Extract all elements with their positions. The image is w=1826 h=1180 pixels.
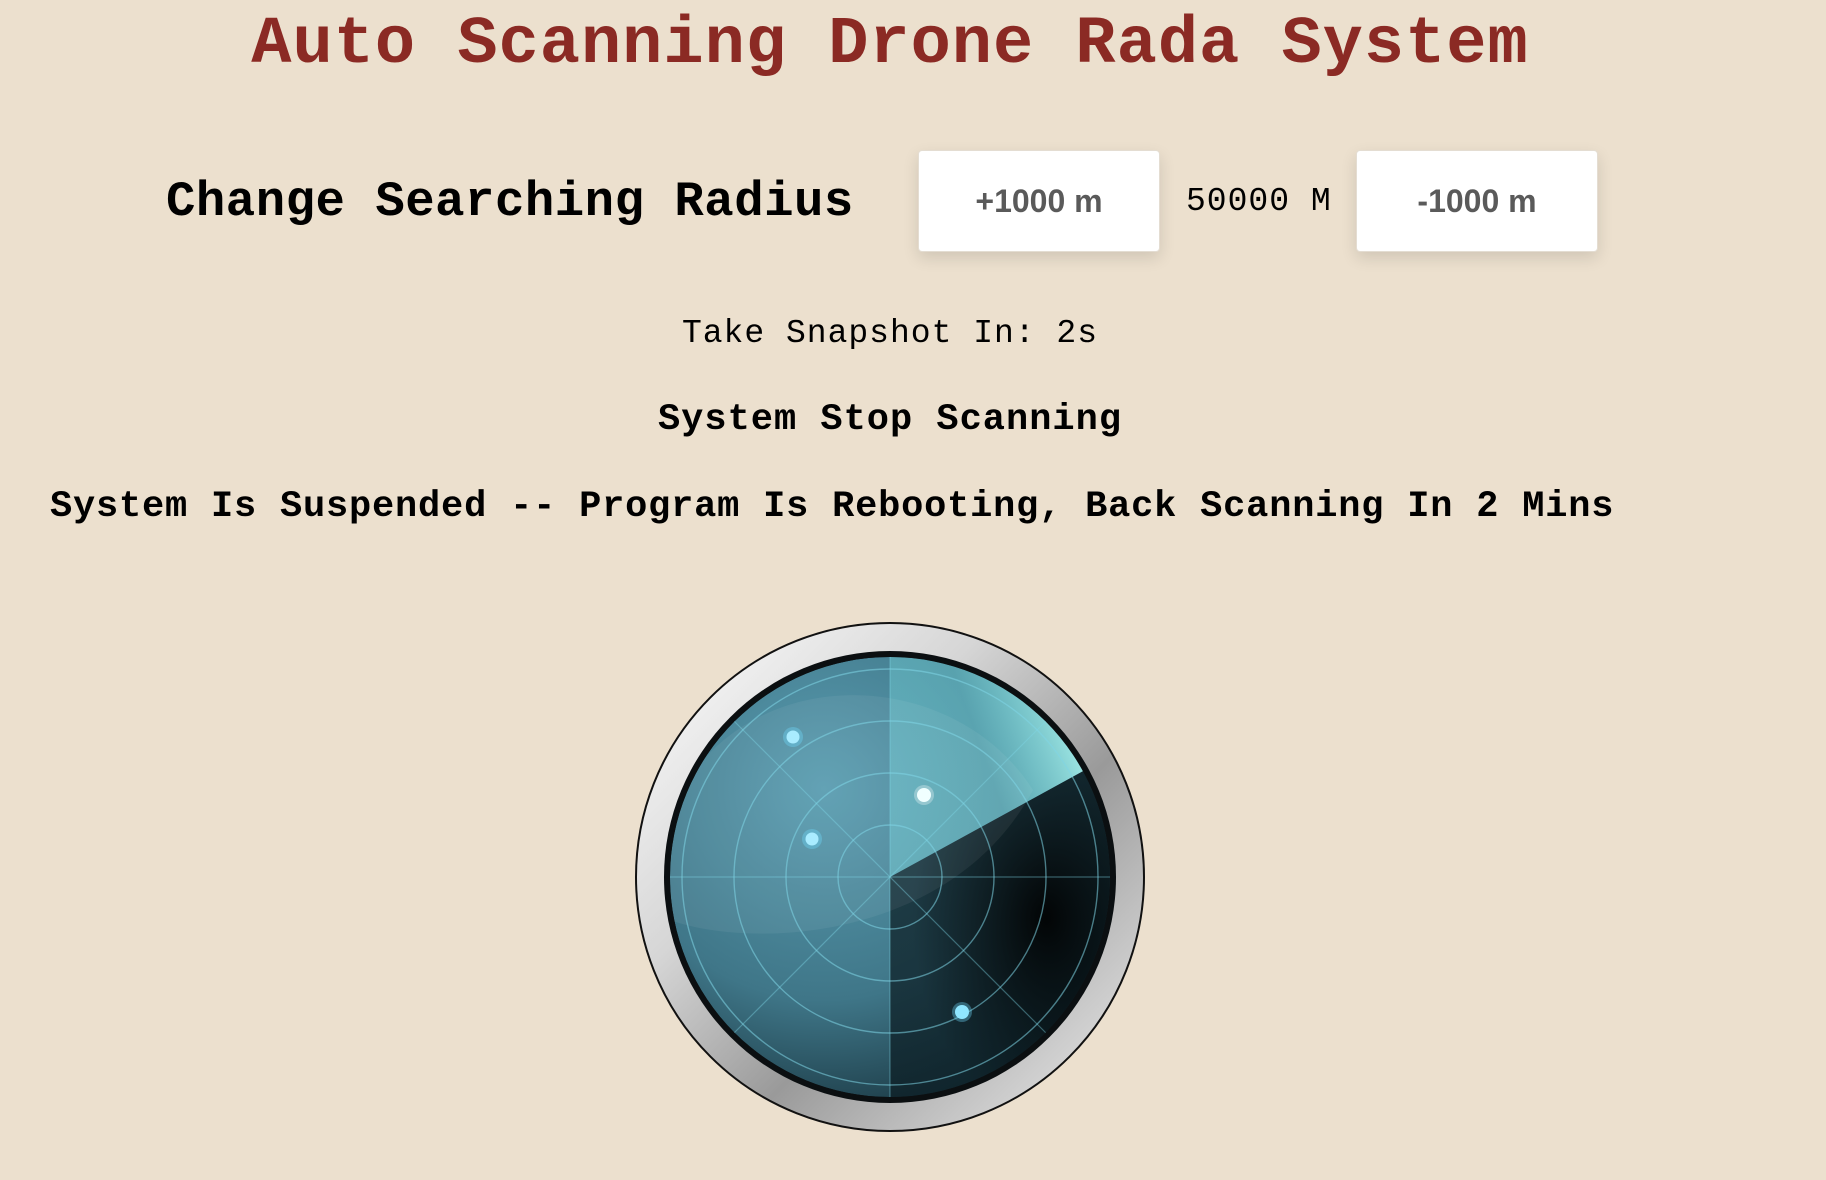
decrease-radius-button[interactable]: -1000 m (1356, 150, 1598, 252)
radar-blip (917, 788, 931, 802)
radius-control: Change Searching Radius +1000 m 50000 M … (0, 150, 1826, 254)
scanning-status: System Stop Scanning (657, 399, 1123, 441)
increase-radius-button[interactable]: +1000 m (918, 150, 1160, 252)
radar-blip (805, 832, 819, 846)
suspend-message: System Is Suspended -- Program Is Reboot… (50, 486, 1615, 528)
radar-blip (786, 730, 800, 744)
radius-value: 50000 M (1186, 183, 1332, 220)
radius-label: Change Searching Radius (166, 174, 854, 230)
radar-blip (955, 1005, 969, 1019)
radar-icon (635, 622, 1145, 1132)
snapshot-countdown: Take Snapshot In: 2s (681, 315, 1099, 352)
page-title: Auto Scanning Drone Rada System (251, 7, 1529, 83)
